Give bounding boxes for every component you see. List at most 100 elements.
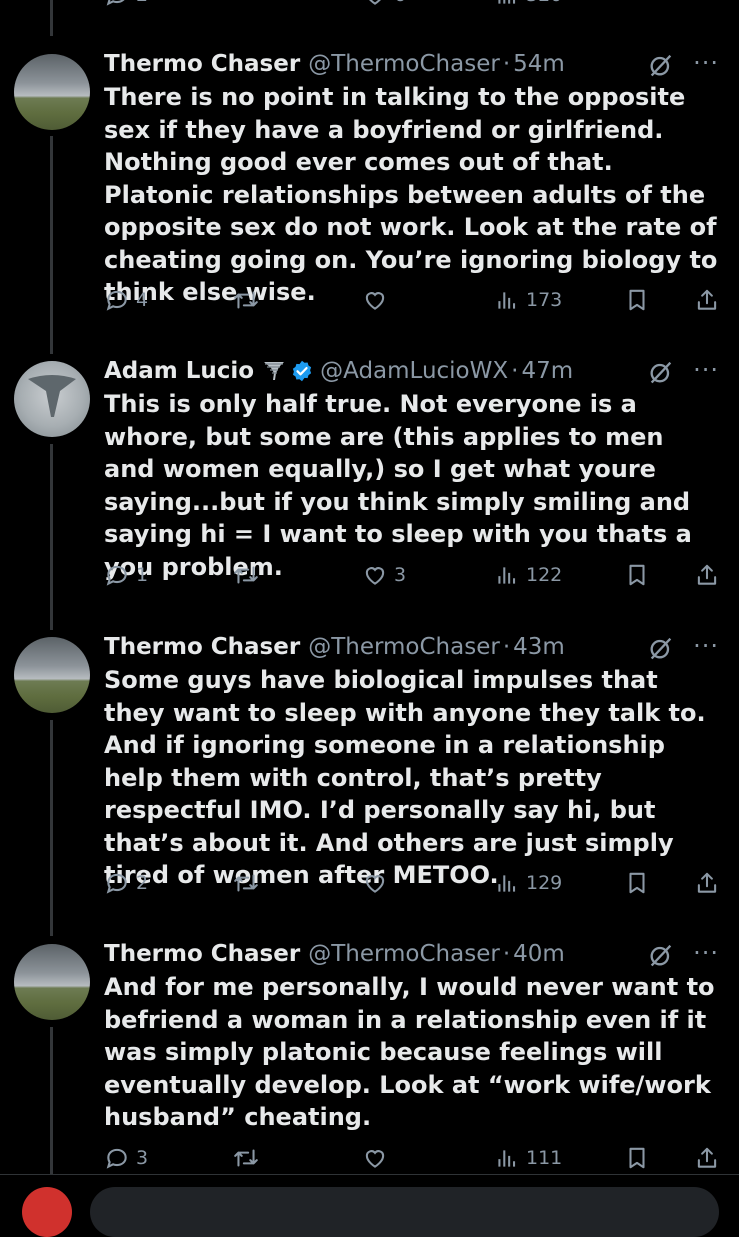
handle[interactable]: @ThermoChaser [308,51,500,77]
share-button[interactable] [694,287,720,313]
reply-button[interactable]: 4 [104,287,148,313]
more-icon[interactable]: ··· [693,632,719,660]
grok-icon[interactable] [647,634,675,662]
reply-count: 4 [136,289,149,311]
reply-button[interactable]: 3 [104,1145,148,1171]
retweet-button[interactable] [232,1145,260,1171]
tweet-actions: 3 111 [104,1145,719,1177]
thread-line [50,444,53,630]
tweet: Thermo Chaser @ThermoChaser · 54m ··· Th… [104,47,719,311]
bookmark-button[interactable] [624,1145,650,1171]
avatar[interactable] [14,361,90,437]
separator: · [502,634,511,660]
reply-count: 1 [136,564,149,586]
user-avatar[interactable] [22,1187,72,1237]
handle[interactable]: @ThermoChaser [308,634,500,660]
reply-button[interactable]: 1 [104,562,148,588]
bookmark-icon [629,1147,645,1169]
display-name[interactable]: Thermo Chaser [104,634,300,660]
tweet-text: This is only half true. Not everyone is … [104,390,692,581]
views-count: 320 [526,0,562,6]
views-count: 122 [526,564,563,586]
like-button[interactable]: 6 [362,0,406,8]
display-name[interactable]: Thermo Chaser [104,941,300,967]
bookmark-icon [629,564,645,586]
reply-composer-bar [0,1174,739,1237]
reply-icon [106,565,127,586]
views-button[interactable]: 129 [494,870,562,896]
like-button[interactable] [362,287,388,313]
views-button[interactable]: 111 [494,1145,562,1171]
separator: · [511,358,519,384]
handle[interactable]: @ThermoChaser [308,941,500,967]
bookmark-icon [629,289,645,311]
timestamp[interactable]: 43m [513,634,565,660]
tweet-text: And for me personally, I would never wan… [104,973,715,1131]
retweet-button[interactable] [232,870,260,896]
verified-icon[interactable] [290,359,314,383]
more-icon[interactable]: ··· [693,356,719,384]
bookmark-button[interactable] [624,562,650,588]
share-button[interactable] [694,870,720,896]
more-icon[interactable]: ··· [693,939,719,967]
like-icon [365,567,385,585]
like-icon [369,0,381,5]
like-icon [365,1150,385,1168]
avatar[interactable] [14,54,90,130]
retweet-icon [234,874,258,892]
avatar[interactable] [14,637,90,713]
avatar[interactable] [14,944,90,1020]
reply-icon [106,873,127,894]
retweet-button[interactable] [232,287,260,313]
reply-icon [106,1148,127,1169]
tweet-header: Thermo Chaser @ThermoChaser · 54m [104,47,719,81]
timestamp[interactable]: 40m [513,941,565,967]
like-icon [365,292,385,310]
views-button[interactable]: 173 [494,287,562,313]
tweet-actions: 1 3 122 [104,562,719,594]
tweet-header: Thermo Chaser @ThermoChaser · 43m [104,630,719,664]
separator: · [502,51,511,77]
retweet-button[interactable] [232,562,260,588]
tornado-photo [28,375,76,417]
views-icon [498,875,516,892]
grok-icon[interactable] [647,941,675,969]
reply-count: 3 [136,1147,149,1169]
tweet-text: Some guys have biological impulses that … [104,666,706,889]
thread-line [50,136,53,354]
tweet-text: There is no point in talking to the oppo… [104,83,718,306]
share-button[interactable] [694,1145,720,1171]
grok-icon[interactable] [647,51,675,79]
views-count: 129 [526,872,563,894]
reply-button[interactable]: 2 [104,0,148,8]
tweet-actions: 2 129 [104,870,719,902]
share-button[interactable] [694,562,720,588]
display-name[interactable]: Adam Lucio [104,358,254,384]
views-icon [498,567,516,584]
reply-button[interactable]: 2 [104,870,148,896]
views-count: 173 [526,289,563,311]
thread-line [50,0,53,36]
reply-count: 2 [136,0,148,6]
display-name[interactable]: Thermo Chaser [104,51,300,77]
like-button[interactable] [362,870,388,896]
views-button[interactable]: 122 [494,562,562,588]
bookmark-button[interactable] [624,287,650,313]
reply-input[interactable] [90,1187,719,1237]
grok-icon[interactable] [647,358,675,386]
timestamp[interactable]: 54m [513,51,565,77]
bookmark-icon [629,872,645,894]
retweet-icon [234,291,258,309]
like-button[interactable]: 3 [362,562,406,588]
bookmark-button[interactable] [624,870,650,896]
more-icon[interactable]: ··· [693,49,719,77]
previous-tweet-actions: 2 6 320 [104,0,719,12]
like-button[interactable] [362,1145,388,1171]
timestamp[interactable]: 47m [521,358,573,384]
tweet: Adam Lucio @AdamLucioWX · 47m ··· This i… [104,354,719,586]
like-count: 3 [394,564,407,586]
views-button[interactable]: 320 [494,0,562,8]
thread-line [50,720,53,936]
handle[interactable]: @AdamLucioWX [320,358,508,384]
tweet: Thermo Chaser @ThermoChaser · 40m ··· An… [104,937,719,1169]
